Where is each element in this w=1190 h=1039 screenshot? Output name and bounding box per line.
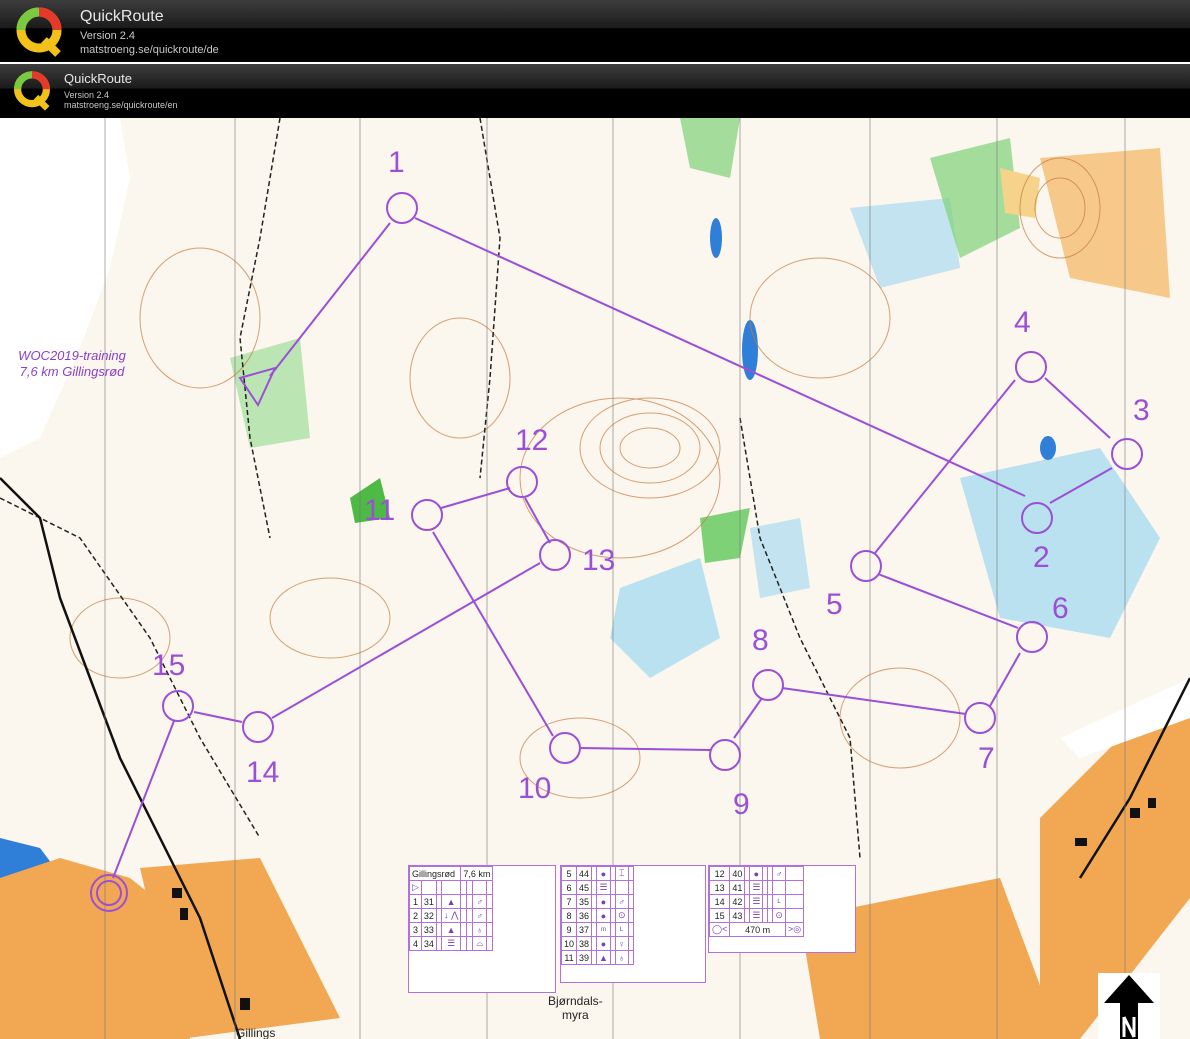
control-number-14: 14 <box>246 756 280 789</box>
control-number-12: 12 <box>515 424 549 457</box>
event-title: WOC2019-training 7,6 km Gillingsrød <box>12 348 132 380</box>
north-arrow-icon <box>1098 973 1160 1039</box>
control-number-6: 6 <box>1052 592 1069 625</box>
control-number-3: 3 <box>1133 394 1150 427</box>
descr-row: 7 35 ● ♂ <box>560 894 634 909</box>
control-number-5: 5 <box>826 588 843 621</box>
descr-row: 10 38 ● ♀ <box>560 936 634 951</box>
app-name: QuickRoute <box>80 8 164 25</box>
version-text: Version 2.4 <box>64 90 110 100</box>
control-number-8: 8 <box>752 624 769 657</box>
finish-start-icon: ◯< <box>708 922 731 937</box>
place-label-line1: Bjørndals- <box>548 994 603 1008</box>
quickroute-window: QuickRoute Version 2.4 matstroeng.se/qui… <box>0 0 1190 1039</box>
control-number-1: 1 <box>388 146 405 179</box>
orienteering-map[interactable]: WOC2019-training 7,6 km Gillingsrød 1 2 … <box>0 118 1190 1039</box>
finish-icon: >◎ <box>784 922 805 937</box>
descr-row: 9 37 ᵐ ᴸ <box>560 922 634 937</box>
descr-row: 1 31 ▲ ♂ <box>409 894 494 909</box>
event-title-line1: WOC2019-training <box>18 348 126 363</box>
website-link[interactable]: matstroeng.se/quickroute/de <box>80 44 219 56</box>
start-symbol: ▷ <box>409 880 422 895</box>
website-link[interactable]: matstroeng.se/quickroute/en <box>64 100 178 110</box>
control-description-sheet-2: 5 44 ● ⌶ 6 45 ☰ 7 35 ● ♂ 8 36 ● ⊙ 9 37 ᵐ ᴸ 10 38 ● ♀ 11 39… <box>560 865 706 983</box>
place-label-gillings: Gillings <box>236 1026 276 1039</box>
control-description-sheet-3: 12 40 ● ♂ 13 41 ☰ 14 42 ☰ ᴸ 15 43 ☰ ⊙ ◯< 470 m >◎ <box>708 865 856 953</box>
app-name: QuickRoute <box>64 71 132 86</box>
control-number-13: 13 <box>582 544 616 577</box>
descr-course-length: 7,6 km <box>460 866 494 881</box>
descr-row: 8 36 ● ⊙ <box>560 908 634 923</box>
place-label-line2: myra <box>562 1008 589 1022</box>
descr-row: 3 33 ▲ ♁ <box>409 922 494 937</box>
quickroute-logo-icon <box>16 7 62 57</box>
descr-row: 13 41 ☰ <box>708 880 805 895</box>
descr-row: 2 32 ↓ ⋀ ♂ <box>409 908 494 923</box>
finish-distance: 470 m <box>729 922 786 937</box>
place-label-bjorndalsmyra: Bjørndals- myra <box>548 994 603 1022</box>
control-number-2: 2 <box>1033 541 1050 574</box>
app-header-de: QuickRoute Version 2.4 matstroeng.se/qui… <box>0 0 1190 62</box>
descr-row: 11 39 ▲ ♁ <box>560 950 634 965</box>
control-number-4: 4 <box>1014 306 1031 339</box>
version-text: Version 2.4 <box>80 30 136 42</box>
control-number-11: 11 <box>364 494 396 527</box>
control-number-7: 7 <box>978 742 995 775</box>
descr-row: 4 34 ☰ ⌓ <box>409 936 494 951</box>
control-number-9: 9 <box>733 788 750 821</box>
descr-row: 6 45 ☰ <box>560 880 634 895</box>
app-header-en: QuickRoute Version 2.4 matstroeng.se/qui… <box>0 64 1190 118</box>
descr-event-name: Gillingsrød <box>408 866 462 881</box>
descr-row: 5 44 ● ⌶ <box>560 866 634 881</box>
quickroute-logo-icon <box>14 71 50 111</box>
control-description-sheet-1: Gillingsrød 7,6 km ▷ 131 ▲ ♂ 232 ↓ ⋀ ♂ <box>408 865 556 993</box>
descr-row: 15 43 ☰ ⊙ <box>708 908 805 923</box>
descr-row: 12 40 ● ♂ <box>708 866 805 881</box>
event-title-line2: 7,6 km Gillingsrød <box>19 364 125 379</box>
control-number-10: 10 <box>518 772 552 805</box>
descr-row: 14 42 ☰ ᴸ <box>708 894 805 909</box>
control-number-15: 15 <box>152 649 186 682</box>
